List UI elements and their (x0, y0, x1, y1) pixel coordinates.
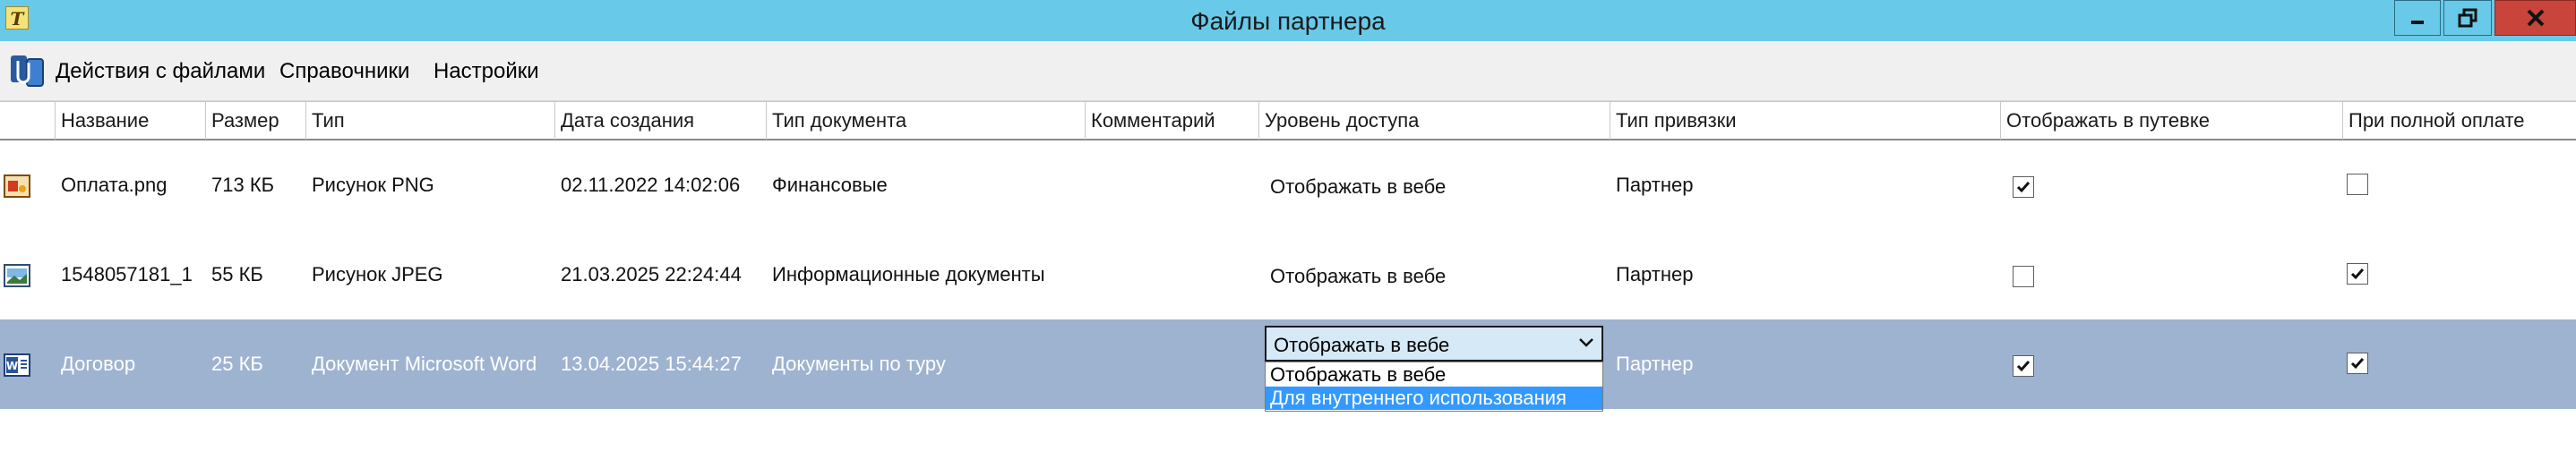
png-file-icon (4, 174, 30, 198)
minimize-icon (2411, 21, 2424, 24)
checkmark-icon (2016, 182, 2031, 193)
restore-icon (2458, 8, 2477, 28)
cell-created: 02.11.2022 14:02:06 (561, 174, 741, 196)
header-icon-column[interactable] (0, 102, 56, 140)
cell-size: 713 КБ (211, 174, 275, 196)
cell-doc-type: Документы по туру (772, 353, 946, 375)
chevron-down-icon[interactable] (1578, 336, 1594, 349)
header-full-payment[interactable]: При полной оплате (2343, 102, 2576, 140)
cell-created: 21.03.2025 22:24:44 (561, 263, 742, 285)
cell-type: Документ Microsoft Word (312, 353, 537, 375)
dropdown-option-internal-use[interactable]: Для внутреннего использования (1266, 387, 1602, 410)
cell-name: Договор (61, 353, 136, 375)
files-app-icon (11, 55, 44, 87)
close-icon (2527, 9, 2544, 27)
header-created[interactable]: Дата создания (555, 102, 767, 140)
grid-header: Название Размер Тип Дата создания Тип до… (0, 101, 2576, 140)
cell-comment[interactable] (1086, 230, 1259, 319)
header-type[interactable]: Тип (306, 102, 555, 140)
cell-binding-type: Партнер (1616, 263, 1694, 285)
access-level-dropdown-list: Отображать в вебе Для внутреннего исполь… (1265, 362, 1603, 412)
checkbox-show-in-voucher[interactable] (2013, 355, 2034, 377)
checkmark-icon (2350, 268, 2365, 280)
header-size[interactable]: Размер (206, 102, 306, 140)
checkbox-show-in-voucher[interactable] (2013, 176, 2034, 198)
window-title: Файлы партнера (1190, 7, 1386, 35)
header-binding-type[interactable]: Тип привязки (1610, 102, 2001, 140)
access-level-combobox[interactable]: Отображать в вебе (1265, 326, 1603, 362)
checkbox-full-payment[interactable] (2347, 353, 2368, 374)
header-show-in-voucher[interactable]: Отображать в путевке (2001, 102, 2343, 140)
word-file-icon: W (4, 353, 30, 377)
jpeg-file-icon (4, 264, 30, 287)
header-access-level[interactable]: Уровень доступа (1259, 102, 1610, 140)
cell-access-level[interactable]: Отображать в вебе (1265, 140, 1610, 230)
menu-directories[interactable]: Справочники (279, 59, 409, 84)
header-name[interactable]: Название (56, 102, 206, 140)
table-row[interactable]: Оплата.png 713 КБ Рисунок PNG 02.11.2022… (0, 140, 2576, 230)
maximize-button[interactable] (2443, 0, 2492, 36)
menu-file-actions[interactable]: Действия с файлами (56, 59, 265, 84)
header-doc-type[interactable]: Тип документа (767, 102, 1086, 140)
cell-type: Рисунок JPEG (312, 263, 443, 285)
checkbox-full-payment[interactable] (2347, 263, 2368, 285)
svg-text:W: W (6, 360, 18, 372)
cell-doc-type: Информационные документы (772, 263, 1045, 285)
checkmark-icon (2350, 358, 2365, 370)
files-grid: Название Размер Тип Дата создания Тип до… (0, 101, 2576, 468)
menu-bar: Действия с файлами Справочники Настройки (0, 41, 2576, 101)
cell-created: 13.04.2025 15:44:27 (561, 353, 742, 375)
title-bar[interactable]: T Файлы партнера (0, 0, 2576, 41)
menu-settings[interactable]: Настройки (434, 59, 539, 84)
cell-size: 25 КБ (211, 353, 263, 375)
cell-name: Оплата.png (61, 174, 167, 196)
checkbox-full-payment[interactable] (2347, 174, 2368, 195)
cell-type: Рисунок PNG (312, 174, 434, 196)
cell-doc-type: Финансовые (772, 174, 888, 196)
cell-size: 55 КБ (211, 263, 263, 285)
header-comment[interactable]: Комментарий (1086, 102, 1259, 140)
cell-comment[interactable] (1086, 319, 1259, 409)
checkmark-icon (2016, 361, 2031, 372)
close-button[interactable] (2494, 0, 2576, 36)
minimize-button[interactable] (2394, 0, 2441, 36)
cell-access-level[interactable]: Отображать в вебе (1265, 230, 1610, 319)
dropdown-option-show-on-web[interactable]: Отображать в вебе (1266, 363, 1602, 387)
checkbox-show-in-voucher[interactable] (2013, 266, 2034, 287)
cell-binding-type: Партнер (1616, 174, 1694, 196)
cell-name: 1548057181_1 (61, 263, 193, 285)
table-row[interactable]: 1548057181_1 55 КБ Рисунок JPEG 21.03.20… (0, 230, 2576, 319)
combobox-value: Отображать в вебе (1274, 334, 1450, 356)
cell-comment[interactable] (1086, 140, 1259, 230)
cell-binding-type: Партнер (1616, 353, 1694, 375)
